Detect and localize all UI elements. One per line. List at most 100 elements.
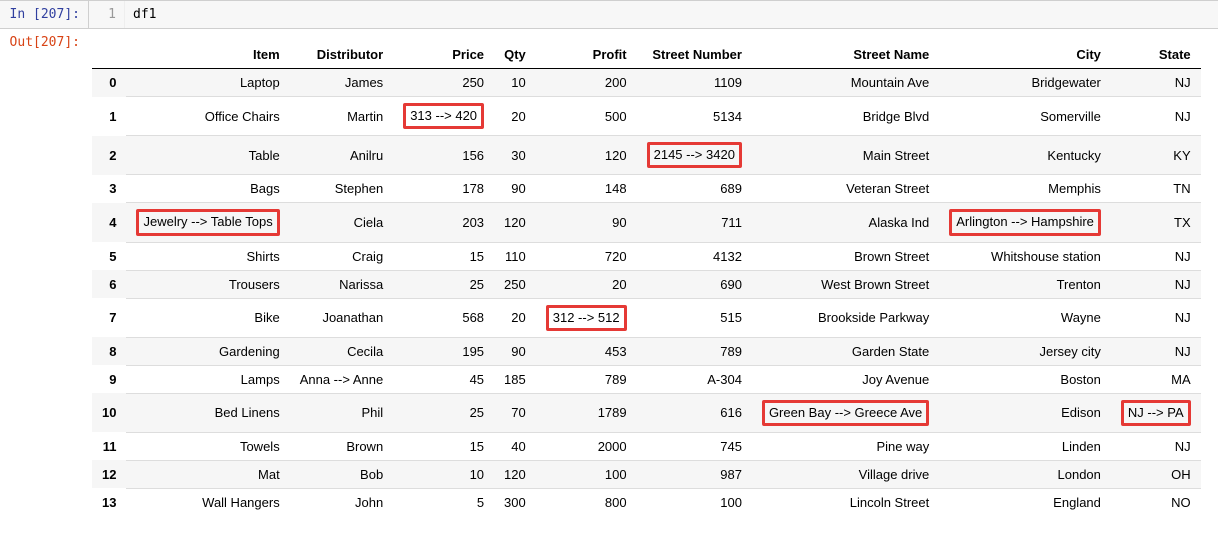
cell: NJ --> PA (1111, 393, 1201, 432)
row-index: 9 (92, 365, 126, 393)
cell: 300 (494, 488, 536, 516)
row-index: 10 (92, 393, 126, 432)
cell: 789 (637, 337, 752, 365)
table-row: 6TrousersNarissa2525020690West Brown Str… (92, 270, 1201, 298)
cell: 515 (637, 298, 752, 337)
cell: Towels (126, 432, 289, 460)
table-row: 4Jewelry --> Table TopsCiela20312090711A… (92, 203, 1201, 242)
cell: 10 (494, 69, 536, 97)
cell: Village drive (752, 460, 939, 488)
cell: 25 (393, 270, 494, 298)
cell: Table (126, 136, 289, 175)
cell: Veteran Street (752, 175, 939, 203)
cell: 10 (393, 460, 494, 488)
cell: 689 (637, 175, 752, 203)
cell: 200 (536, 69, 637, 97)
cell: 45 (393, 365, 494, 393)
cell: Kentucky (939, 136, 1111, 175)
cell: Alaska Ind (752, 203, 939, 242)
column-header: Street Number (637, 41, 752, 69)
cell: London (939, 460, 1111, 488)
cell: TX (1111, 203, 1201, 242)
row-index: 13 (92, 488, 126, 516)
cell: 20 (494, 298, 536, 337)
table-row: 13Wall HangersJohn5300800100Lincoln Stre… (92, 488, 1201, 516)
cell: Cecila (290, 337, 393, 365)
row-index: 4 (92, 203, 126, 242)
cell: Green Bay --> Greece Ave (752, 393, 939, 432)
cell: 90 (536, 203, 637, 242)
diff-highlight: Green Bay --> Greece Ave (762, 400, 929, 426)
cell: 4132 (637, 242, 752, 270)
cell: NJ (1111, 242, 1201, 270)
cell: 90 (494, 175, 536, 203)
cell: Joy Avenue (752, 365, 939, 393)
cell: Linden (939, 432, 1111, 460)
column-header: Item (126, 41, 289, 69)
cell: Joanathan (290, 298, 393, 337)
table-row: 10Bed LinensPhil25701789616Green Bay -->… (92, 393, 1201, 432)
cell: 195 (393, 337, 494, 365)
table-row: 11TowelsBrown15402000745Pine wayLindenNJ (92, 432, 1201, 460)
in-prompt: In [207]: (0, 1, 88, 28)
row-index: 11 (92, 432, 126, 460)
column-header: City (939, 41, 1111, 69)
row-index: 12 (92, 460, 126, 488)
cell: 15 (393, 432, 494, 460)
cell: Mountain Ave (752, 69, 939, 97)
cell: 453 (536, 337, 637, 365)
row-index: 8 (92, 337, 126, 365)
cell: Jersey city (939, 337, 1111, 365)
cell: NJ (1111, 432, 1201, 460)
column-header: Street Name (752, 41, 939, 69)
table-body: 0LaptopJames250102001109Mountain AveBrid… (92, 69, 1201, 516)
cell: NJ (1111, 270, 1201, 298)
diff-highlight: Jewelry --> Table Tops (136, 209, 279, 235)
output-area: ItemDistributorPriceQtyProfitStreet Numb… (88, 29, 1218, 520)
row-index: 5 (92, 242, 126, 270)
input-cell: In [207]: 1 df1 (0, 0, 1218, 29)
cell: KY (1111, 136, 1201, 175)
output-cell: Out[207]: ItemDistributorPriceQtyProfitS… (0, 29, 1218, 520)
cell: 1109 (637, 69, 752, 97)
code-text[interactable]: df1 (125, 1, 1218, 28)
cell: 20 (536, 270, 637, 298)
cell: Martin (290, 97, 393, 136)
cell: 1789 (536, 393, 637, 432)
diff-highlight: 313 --> 420 (403, 103, 484, 129)
cell: NJ (1111, 337, 1201, 365)
cell: 110 (494, 242, 536, 270)
diff-highlight: 312 --> 512 (546, 305, 627, 331)
cell: Bridge Blvd (752, 97, 939, 136)
table-row: 7BikeJoanathan56820312 --> 512515Brooksi… (92, 298, 1201, 337)
cell: James (290, 69, 393, 97)
cell: Main Street (752, 136, 939, 175)
cell: 100 (536, 460, 637, 488)
cell: Garden State (752, 337, 939, 365)
table-row: 9LampsAnna --> Anne45185789A-304Joy Aven… (92, 365, 1201, 393)
cell: Arlington --> Hampshire (939, 203, 1111, 242)
table-head: ItemDistributorPriceQtyProfitStreet Numb… (92, 41, 1201, 69)
cell: 312 --> 512 (536, 298, 637, 337)
column-header: Distributor (290, 41, 393, 69)
cell: Bob (290, 460, 393, 488)
cell: Bags (126, 175, 289, 203)
table-row: 12MatBob10120100987Village driveLondonOH (92, 460, 1201, 488)
cell: 178 (393, 175, 494, 203)
dataframe-table: ItemDistributorPriceQtyProfitStreet Numb… (92, 41, 1201, 516)
row-index: 7 (92, 298, 126, 337)
cell: Edison (939, 393, 1111, 432)
cell: 313 --> 420 (393, 97, 494, 136)
code-editor[interactable]: 1 df1 (88, 1, 1218, 28)
cell: 70 (494, 393, 536, 432)
cell: 120 (494, 460, 536, 488)
cell: 789 (536, 365, 637, 393)
cell: 203 (393, 203, 494, 242)
notebook-area: In [207]: 1 df1 Out[207]: ItemDistributo… (0, 0, 1218, 520)
column-header: State (1111, 41, 1201, 69)
cell: NJ (1111, 97, 1201, 136)
cell: John (290, 488, 393, 516)
cell: Lamps (126, 365, 289, 393)
cell: A-304 (637, 365, 752, 393)
cell: 120 (494, 203, 536, 242)
